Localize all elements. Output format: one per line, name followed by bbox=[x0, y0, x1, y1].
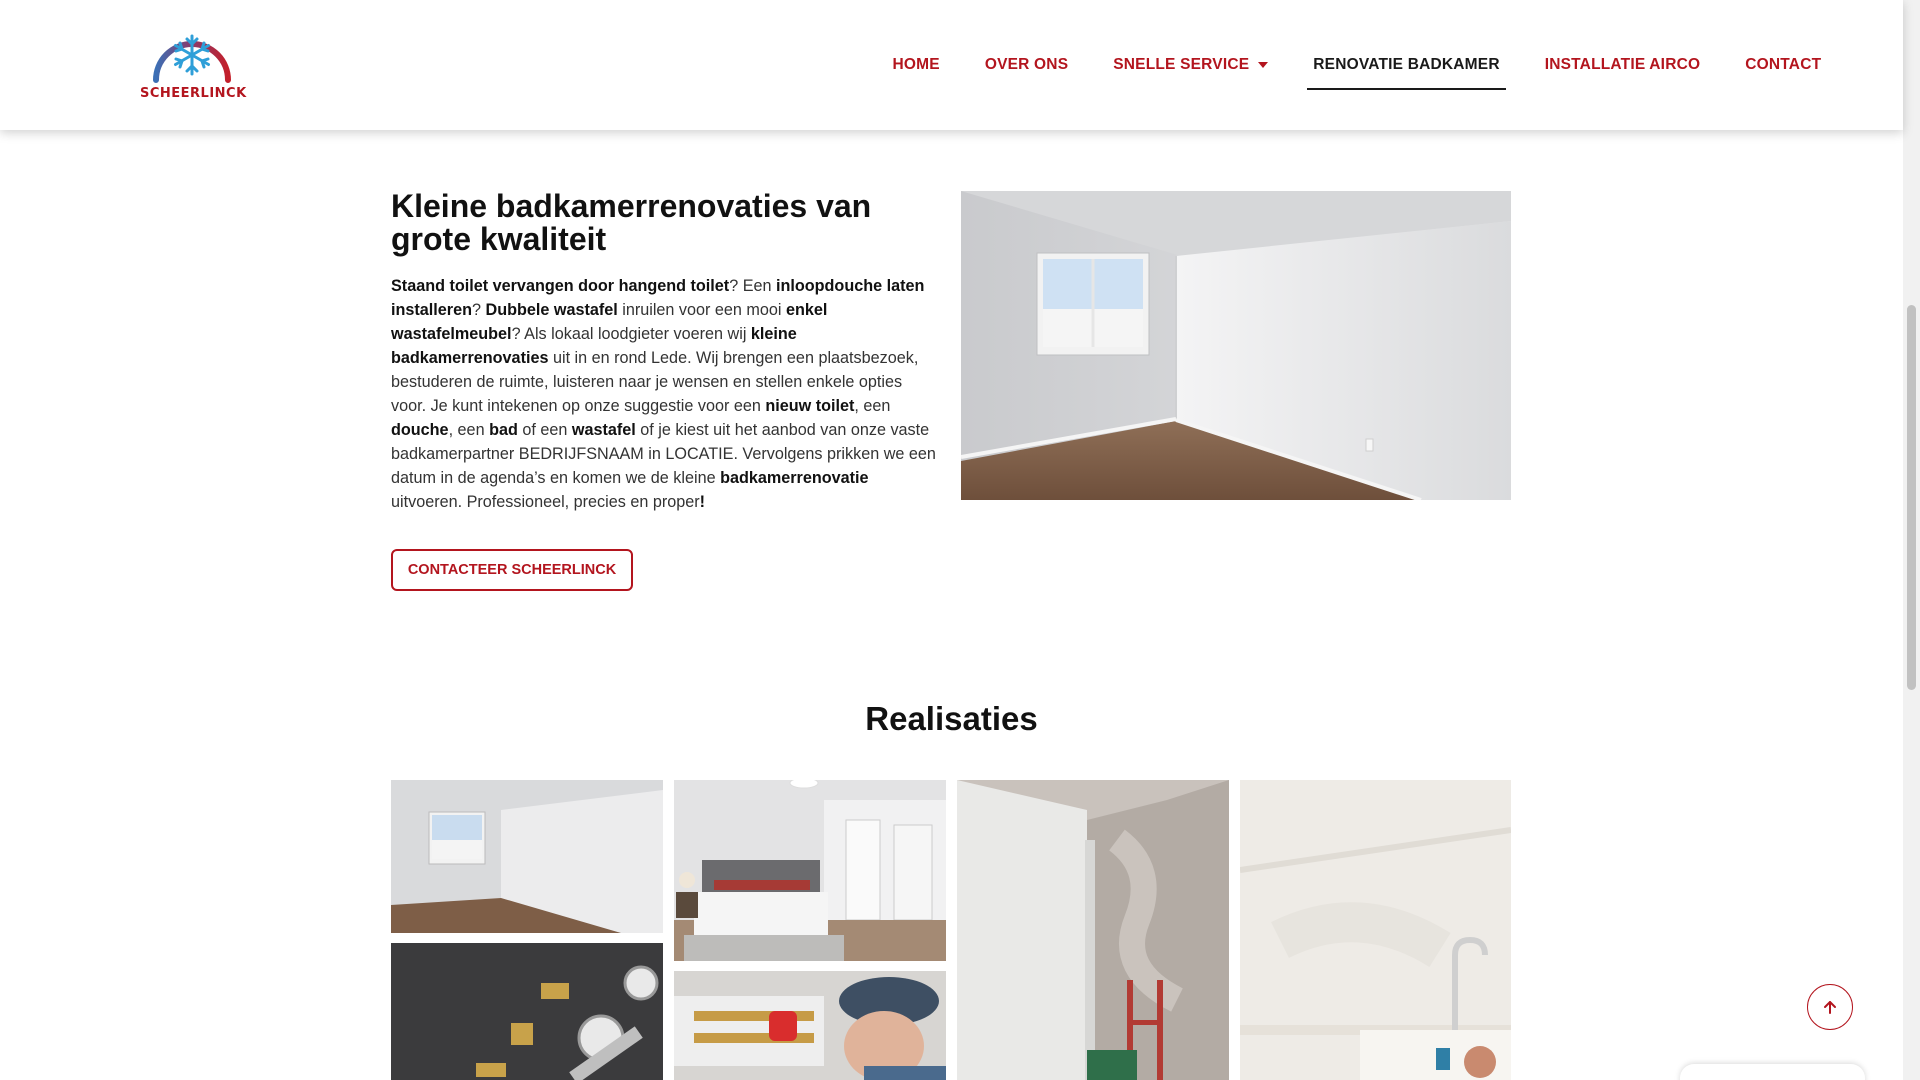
nav-item-over-ons[interactable]: OVER ONS bbox=[962, 0, 1090, 130]
chat-widget-tab[interactable] bbox=[1680, 1064, 1865, 1080]
bold-text: wastafel bbox=[571, 421, 636, 439]
logo-text: SCHEERLINCK bbox=[140, 86, 247, 101]
text-segment: uitvoeren. Professioneel, precies en pro… bbox=[391, 493, 700, 511]
nav-item-label: HOME bbox=[892, 56, 940, 73]
page-scrollbar[interactable] bbox=[1903, 0, 1920, 1080]
nav-item-label: INSTALLATIE AIRCO bbox=[1544, 56, 1701, 73]
arrow-up-icon bbox=[1824, 1001, 1836, 1014]
nav-item-label: SNELLE SERVICE bbox=[1113, 56, 1250, 73]
main-nav: HOME OVER ONS SNELLE SERVICE RENOVATIE B… bbox=[870, 0, 1844, 130]
nav-item-renovatie-badkamer[interactable]: RENOVATIE BADKAMER bbox=[1291, 0, 1522, 130]
bold-text: bad bbox=[489, 421, 518, 439]
nav-item-installatie-airco[interactable]: INSTALLATIE AIRCO bbox=[1522, 0, 1723, 130]
snowflake-logo-icon bbox=[153, 34, 231, 83]
bold-text: Staand toilet vervangen door hangend toi… bbox=[391, 277, 730, 295]
nav-item-contact[interactable]: CONTACT bbox=[1723, 0, 1844, 130]
gallery-image-kitchen-sink[interactable] bbox=[1240, 780, 1511, 1080]
bold-text: nieuw toilet bbox=[765, 397, 855, 415]
scrollbar-thumb[interactable] bbox=[1907, 305, 1916, 690]
gallery-title: Realisaties bbox=[865, 700, 1038, 737]
hero-image bbox=[961, 191, 1511, 500]
text-segment: ? Een bbox=[729, 277, 776, 295]
site-header: SCHEERLINCK HOME OVER ONS SNELLE SERVICE… bbox=[0, 0, 1903, 130]
text-segment: of een bbox=[517, 421, 572, 439]
nav-item-label: OVER ONS bbox=[984, 56, 1069, 73]
text-segment: , een bbox=[854, 397, 891, 415]
logo[interactable]: SCHEERLINCK bbox=[140, 18, 247, 106]
bold-text: douche bbox=[391, 421, 449, 439]
text-segment: inruilen voor een mooi bbox=[617, 301, 787, 319]
nav-item-label: RENOVATIE BADKAMER bbox=[1313, 56, 1500, 73]
text-segment: ? bbox=[471, 301, 486, 319]
gallery-image-plumber[interactable] bbox=[674, 971, 946, 1080]
caret-down-icon[interactable] bbox=[1258, 62, 1269, 68]
bold-text: Dubbele wastafel bbox=[485, 301, 618, 319]
contact-button[interactable]: CONTACTEER SCHEERLINCK bbox=[391, 549, 633, 591]
text-segment: ? Als lokaal loodgieter voeren wij bbox=[511, 325, 751, 343]
gallery-image-plumbing-parts[interactable] bbox=[391, 943, 663, 1080]
intro-paragraph: Staand toilet vervangen door hangend toi… bbox=[391, 274, 941, 514]
bold-text: badkamerrenovatie bbox=[720, 469, 869, 487]
gallery-image-empty-room[interactable] bbox=[391, 780, 663, 933]
intro-title: Kleine badkamerrenovaties van grote kwal… bbox=[391, 188, 872, 257]
gallery-image-bedroom[interactable] bbox=[674, 780, 946, 961]
text-segment: , een bbox=[448, 421, 490, 439]
nav-item-home[interactable]: HOME bbox=[870, 0, 962, 130]
bold-text: ! bbox=[699, 493, 706, 511]
gallery-image-drywall[interactable] bbox=[957, 780, 1229, 1080]
scroll-to-top-button[interactable] bbox=[1807, 984, 1853, 1030]
nav-item-snelle-service[interactable]: SNELLE SERVICE bbox=[1091, 0, 1291, 130]
nav-item-label: CONTACT bbox=[1745, 56, 1822, 73]
